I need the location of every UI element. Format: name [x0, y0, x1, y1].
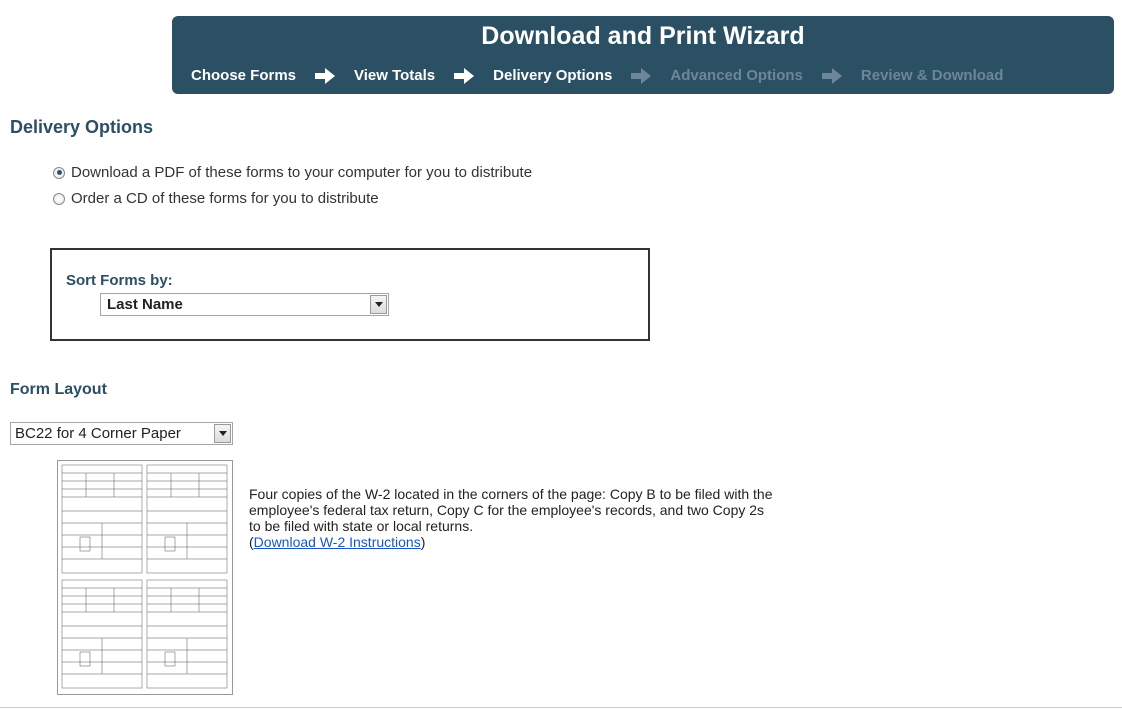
form-layout-description: Four copies of the W-2 located in the co… — [249, 486, 773, 534]
form-layout-title: Form Layout — [10, 381, 107, 398]
arrow-right-icon — [631, 67, 652, 84]
chevron-down-icon[interactable] — [370, 295, 387, 314]
download-w2-instructions-link[interactable]: Download W-2 Instructions — [254, 534, 421, 550]
link-paren-close: ) — [420, 534, 426, 550]
instructions-link-row: (Download W-2 Instructions) — [249, 534, 779, 550]
arrow-right-icon — [454, 67, 475, 84]
delivery-options-title: Delivery Options — [10, 117, 154, 137]
delivery-option-pdf[interactable]: Download a PDF of these forms to your co… — [53, 164, 532, 181]
step-review-download: Review & Download — [860, 67, 1004, 84]
bottom-divider — [0, 707, 1122, 708]
step-delivery-options[interactable]: Delivery Options — [493, 67, 612, 84]
radio-pdf[interactable] — [53, 166, 65, 179]
wizard-header: Download and Print Wizard Choose Forms V… — [172, 16, 1114, 94]
sort-forms-label: Sort Forms by: — [66, 272, 173, 289]
delivery-option-cd-label[interactable]: Order a CD of these forms for you to dis… — [71, 190, 379, 207]
radio-cd[interactable] — [53, 192, 65, 205]
sort-forms-select[interactable]: Last Name — [100, 293, 389, 316]
arrow-right-icon — [315, 67, 336, 84]
step-view-totals[interactable]: View Totals — [354, 67, 435, 84]
sort-forms-box: Sort Forms by: Last Name — [50, 248, 650, 341]
form-layout-value: BC22 for 4 Corner Paper — [15, 425, 181, 442]
form-layout-thumbnail — [57, 460, 233, 695]
step-advanced-options: Advanced Options — [670, 67, 803, 84]
form-layout-select[interactable]: BC22 for 4 Corner Paper — [10, 422, 233, 445]
delivery-option-pdf-label[interactable]: Download a PDF of these forms to your co… — [71, 164, 532, 181]
delivery-option-cd[interactable]: Order a CD of these forms for you to dis… — [53, 190, 379, 207]
wizard-title: Download and Print Wizard — [481, 22, 805, 50]
step-choose-forms[interactable]: Choose Forms — [191, 67, 296, 84]
arrow-right-icon — [821, 67, 842, 84]
form-layout-description-block: Four copies of the W-2 located in the co… — [249, 486, 779, 550]
wizard-steps: Choose Forms View Totals Delivery Option… — [191, 67, 1003, 84]
sort-forms-value: Last Name — [107, 296, 183, 313]
chevron-down-icon[interactable] — [214, 424, 231, 443]
w2-form-preview-image — [61, 464, 228, 689]
